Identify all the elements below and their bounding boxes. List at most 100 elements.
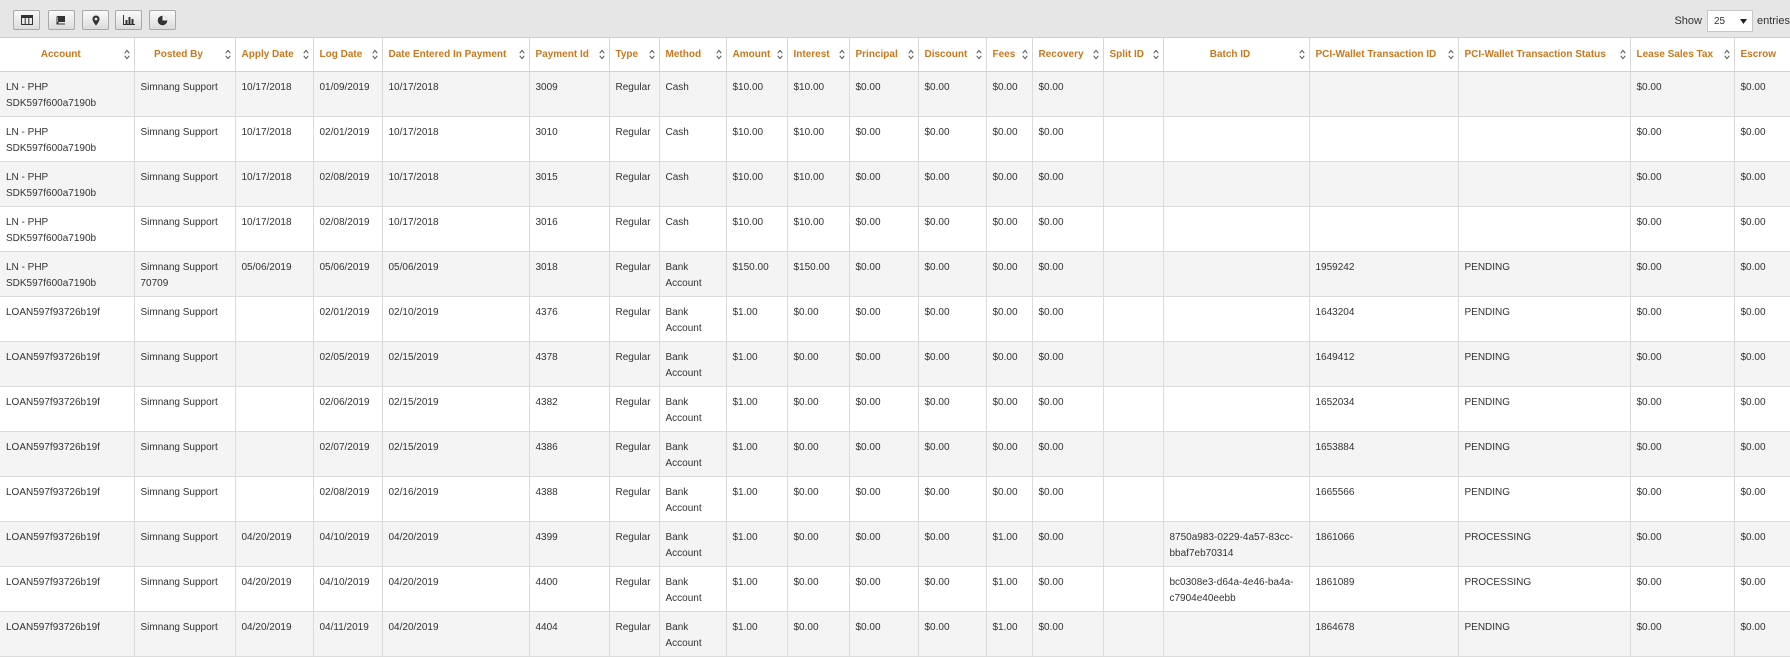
column-header-principal[interactable]: Principal	[849, 38, 919, 72]
cell-discount: $0.00	[918, 251, 987, 297]
cell-apply-date	[235, 296, 314, 342]
cell-method: Cash	[659, 71, 727, 117]
cell-lease-sales-tax: $0.00	[1630, 521, 1735, 567]
column-header-lease-sales-tax[interactable]: Lease Sales Tax	[1630, 38, 1735, 72]
cell-split-id	[1103, 566, 1164, 612]
column-header-interest[interactable]: Interest	[787, 38, 850, 72]
pie-chart-button[interactable]	[149, 10, 176, 30]
column-header-method[interactable]: Method	[659, 38, 727, 72]
table-row[interactable]: LN - PHP SDK597f600a7190b Simnang Support…	[0, 251, 1790, 297]
cell-batch-id	[1163, 206, 1310, 252]
table-row[interactable]: LOAN597f93726b19f Simnang Support 02/06/20…	[0, 386, 1790, 432]
cell-account: LN - PHP SDK597f600a7190b	[0, 71, 135, 117]
cell-pci-wallet-transaction-status	[1458, 161, 1631, 207]
cell-posted-by: Simnang Support	[134, 71, 236, 117]
cell-interest: $0.00	[787, 521, 850, 567]
table-row[interactable]: LOAN597f93726b19f Simnang Support 04/20/20…	[0, 611, 1790, 657]
cell-pci-wallet-transaction-id	[1309, 71, 1459, 117]
column-header-amount[interactable]: Amount	[726, 38, 788, 72]
column-header-label: Method	[665, 48, 702, 60]
cell-pci-wallet-transaction-id	[1309, 161, 1459, 207]
entries-control: Show 25 entries	[1674, 10, 1790, 32]
map-pin-button[interactable]	[82, 10, 109, 30]
column-header-fees[interactable]: Fees	[986, 38, 1033, 72]
column-header-discount[interactable]: Discount	[918, 38, 987, 72]
column-header-label: Posted By	[154, 48, 203, 60]
column-header-posted-by[interactable]: Posted By	[134, 38, 236, 72]
table-row[interactable]: LOAN597f93726b19f Simnang Support 02/01/20…	[0, 296, 1790, 342]
cell-apply-date: 10/17/2018	[235, 206, 314, 252]
cell-posted-by: Simnang Support	[134, 386, 236, 432]
column-header-payment-id[interactable]: Payment Id	[529, 38, 610, 72]
cell-discount: $0.00	[918, 476, 987, 522]
cell-principal: $0.00	[849, 476, 919, 522]
column-header-label: Discount	[924, 48, 968, 60]
cell-split-id	[1103, 386, 1164, 432]
cell-discount: $0.00	[918, 116, 987, 162]
cell-method: Bank Account	[659, 341, 727, 387]
sort-icon	[1298, 49, 1305, 60]
cell-recovery: $0.00	[1032, 611, 1104, 657]
table-row[interactable]: LOAN597f93726b19f Simnang Support 02/08/20…	[0, 476, 1790, 522]
bar-chart-button[interactable]	[115, 10, 142, 30]
cell-log-date: 04/11/2019	[313, 611, 383, 657]
table-row[interactable]: LN - PHP SDK597f600a7190b Simnang Support…	[0, 161, 1790, 207]
cell-interest: $0.00	[787, 611, 850, 657]
table-row[interactable]: LOAN597f93726b19f Simnang Support 04/20/20…	[0, 566, 1790, 612]
column-header-escrow[interactable]: Escrow	[1734, 38, 1790, 72]
entries-value: 25	[1713, 15, 1726, 27]
column-header-label: Payment Id	[535, 48, 589, 60]
cell-date-entered-in-payment: 10/17/2018	[382, 71, 530, 117]
cell-amount: $1.00	[726, 296, 788, 342]
column-header-type[interactable]: Type	[609, 38, 660, 72]
cell-log-date: 02/05/2019	[313, 341, 383, 387]
cell-account: LOAN597f93726b19f	[0, 566, 135, 612]
column-header-label: Log Date	[319, 48, 363, 60]
cell-interest: $0.00	[787, 431, 850, 477]
cell-type: Regular	[609, 476, 660, 522]
cell-recovery: $0.00	[1032, 71, 1104, 117]
cell-type: Regular	[609, 116, 660, 162]
cell-type: Regular	[609, 431, 660, 477]
sort-icon	[1723, 49, 1730, 60]
cell-discount: $0.00	[918, 431, 987, 477]
cell-pci-wallet-transaction-id: 1665566	[1309, 476, 1459, 522]
columns-button[interactable]	[13, 10, 40, 30]
column-header-label: Interest	[793, 48, 830, 60]
table-row[interactable]: LN - PHP SDK597f600a7190b Simnang Support…	[0, 116, 1790, 162]
cell-payment-id: 3015	[529, 161, 610, 207]
column-header-date-entered-in-payment[interactable]: Date Entered In Payment	[382, 38, 530, 72]
cell-account: LOAN597f93726b19f	[0, 611, 135, 657]
column-header-recovery[interactable]: Recovery	[1032, 38, 1104, 72]
entries-label: entries	[1756, 15, 1790, 27]
cell-amount: $10.00	[726, 71, 788, 117]
column-header-pci-wallet-transaction-id[interactable]: PCI-Wallet Transaction ID	[1309, 38, 1459, 72]
column-header-pci-wallet-transaction-status[interactable]: PCI-Wallet Transaction Status	[1458, 38, 1631, 72]
table-row[interactable]: LOAN597f93726b19f Simnang Support 02/05/20…	[0, 341, 1790, 387]
cell-method: Bank Account	[659, 521, 727, 567]
cell-lease-sales-tax: $0.00	[1630, 476, 1735, 522]
cell-type: Regular	[609, 566, 660, 612]
column-header-label: Amount	[732, 48, 771, 60]
column-header-account[interactable]: Account	[0, 38, 135, 72]
column-header-batch-id[interactable]: Batch ID	[1163, 38, 1310, 72]
column-header-apply-date[interactable]: Apply Date	[235, 38, 314, 72]
column-header-split-id[interactable]: Split ID	[1103, 38, 1164, 72]
cell-principal: $0.00	[849, 566, 919, 612]
cell-pci-wallet-transaction-id: 1959242	[1309, 251, 1459, 297]
cell-principal: $0.00	[849, 386, 919, 432]
column-header-log-date[interactable]: Log Date	[313, 38, 383, 72]
sort-icon	[776, 49, 783, 60]
cell-account: LOAN597f93726b19f	[0, 521, 135, 567]
table-row[interactable]: LOAN597f93726b19f Simnang Support 04/20/20…	[0, 521, 1790, 567]
cell-log-date: 02/01/2019	[313, 116, 383, 162]
entries-select[interactable]: 25	[1706, 10, 1753, 32]
book-button[interactable]	[48, 10, 75, 30]
cell-fees: $0.00	[986, 71, 1033, 117]
cell-fees: $0.00	[986, 341, 1033, 387]
table-row[interactable]: LN - PHP SDK597f600a7190b Simnang Support…	[0, 71, 1790, 117]
table-row[interactable]: LN - PHP SDK597f600a7190b Simnang Support…	[0, 206, 1790, 252]
header-row: Account Posted By Apply Date Log Date Date E…	[0, 38, 1790, 72]
cell-method: Cash	[659, 116, 727, 162]
table-row[interactable]: LOAN597f93726b19f Simnang Support 02/07/20…	[0, 431, 1790, 477]
